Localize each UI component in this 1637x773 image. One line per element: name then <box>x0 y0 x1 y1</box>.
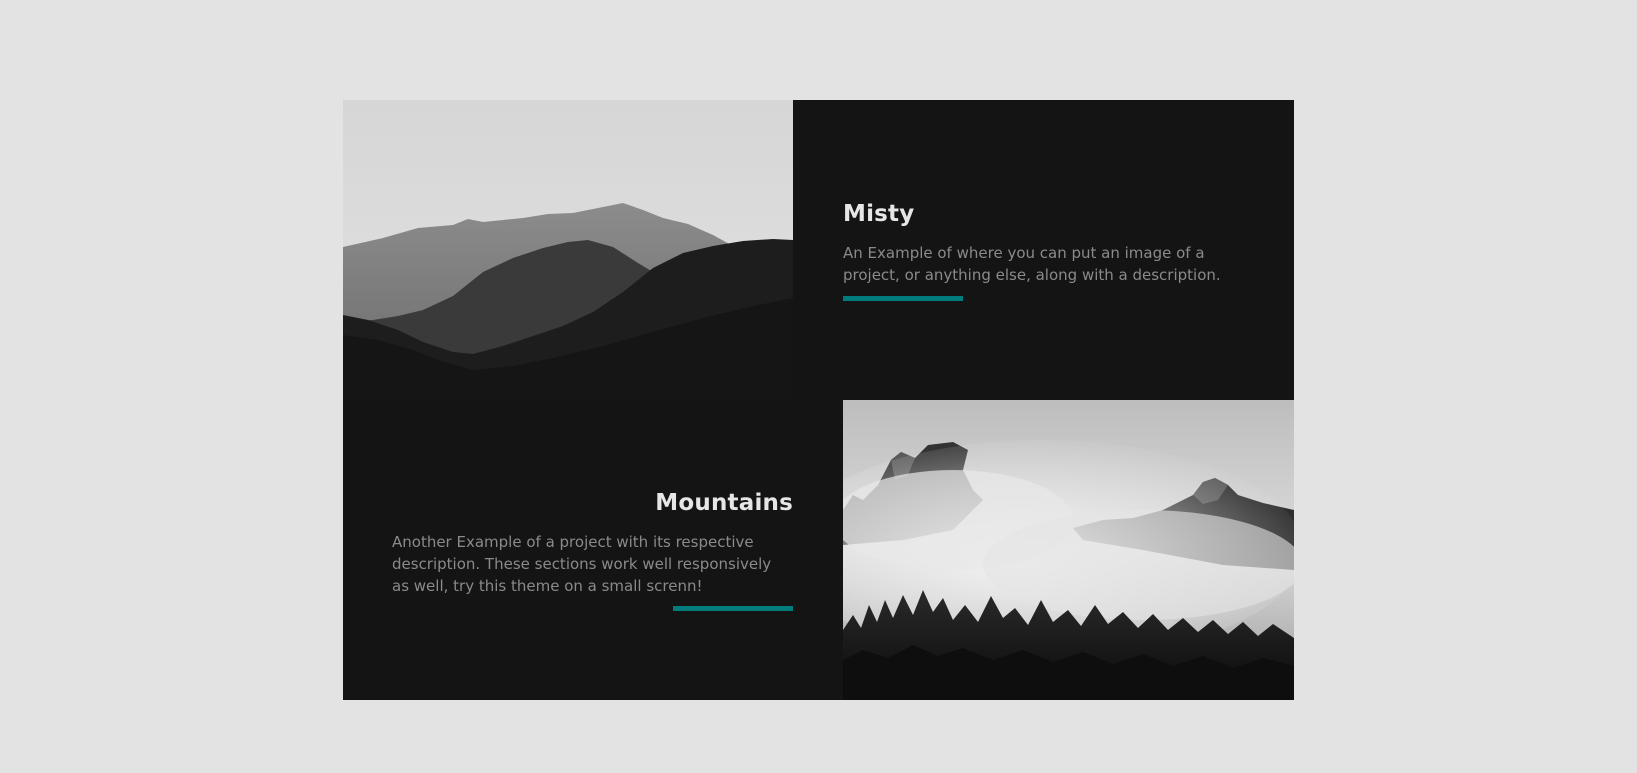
project-title: Mountains <box>655 490 793 516</box>
project-card-mountains: Mountains Another Example of a project w… <box>343 400 793 700</box>
project-image-misty <box>343 100 793 400</box>
accent-underline <box>673 606 793 611</box>
projects-section: Misty An Example of where you can put an… <box>343 100 1294 700</box>
foggy-peaks-image <box>843 400 1294 700</box>
project-title: Misty <box>843 201 915 227</box>
accent-underline <box>843 296 963 301</box>
project-description: Another Example of a project with its re… <box>392 533 772 595</box>
mountain-silhouette-image <box>343 100 793 400</box>
project-description: An Example of where you can put an image… <box>843 244 1221 284</box>
project-card-misty: Misty An Example of where you can put an… <box>793 100 1294 400</box>
project-image-mountains <box>843 400 1294 700</box>
